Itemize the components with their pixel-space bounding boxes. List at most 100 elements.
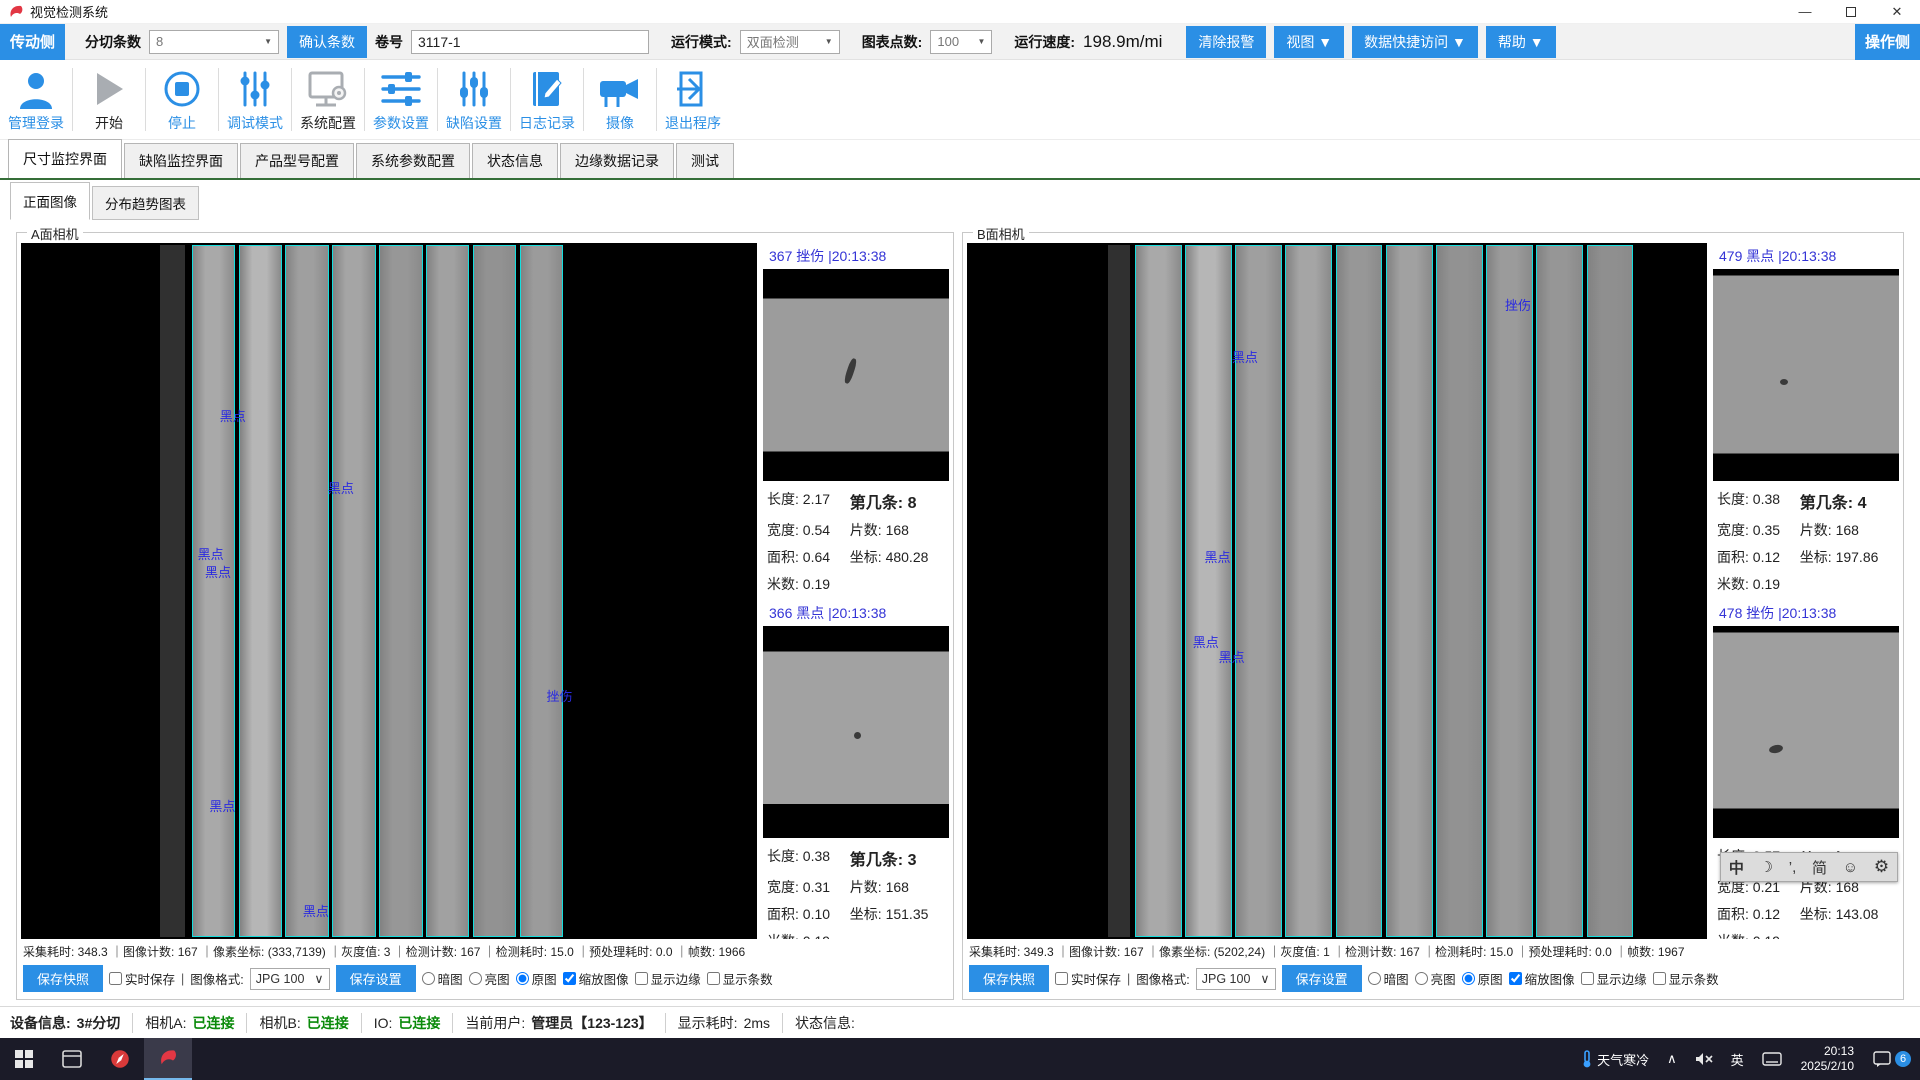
checkbox[interactable]	[1509, 972, 1522, 985]
save-settings-button[interactable]: 保存设置	[1282, 965, 1362, 992]
radio[interactable]	[469, 972, 482, 985]
notification-center-button[interactable]: 6	[1864, 1038, 1920, 1080]
help-menu-button[interactable]: 帮助 ▼	[1486, 26, 1556, 58]
tab-system-param-config[interactable]: 系统参数配置	[356, 143, 470, 178]
save-settings-button[interactable]: 保存设置	[336, 965, 416, 992]
admin-login-button[interactable]: 管理登录	[0, 60, 72, 139]
tab-product-model-config[interactable]: 产品型号配置	[240, 143, 354, 178]
tab-front-image[interactable]: 正面图像	[10, 182, 90, 220]
defect-thumbnail[interactable]	[763, 269, 949, 481]
save-snapshot-button[interactable]: 保存快照	[969, 965, 1049, 992]
ribbon-label: 系统配置	[300, 113, 356, 133]
tray-expand-button[interactable]: ∧	[1658, 1038, 1686, 1080]
tab-edge-data-record[interactable]: 边缘数据记录	[560, 143, 674, 178]
dark-image-radio[interactable]: 暗图	[422, 969, 463, 988]
punctuation-icon[interactable]: ’,	[1789, 859, 1797, 876]
checkbox[interactable]	[635, 972, 648, 985]
defect-card[interactable]: 478 挫伤 |20:13:38 长度: 0.57 第几条: 3 宽度: 0.2…	[1713, 600, 1899, 939]
original-image-radio[interactable]: 原图	[1462, 969, 1503, 988]
checkbox[interactable]	[1055, 972, 1068, 985]
defect-card[interactable]: 479 黑点 |20:13:38 长度: 0.38 第几条: 4 宽度: 0.3…	[1713, 243, 1899, 600]
parameter-settings-button[interactable]: 参数设置	[365, 60, 437, 139]
radio[interactable]	[516, 972, 529, 985]
radio[interactable]	[422, 972, 435, 985]
image-format-select[interactable]: JPG 100∨	[250, 968, 330, 990]
zoom-image-checkbox[interactable]: 缩放图像	[1509, 969, 1575, 988]
image-format-select[interactable]: JPG 100∨	[1196, 968, 1276, 990]
run-mode-select[interactable]: 双面检测 ▼	[740, 30, 840, 54]
radio[interactable]	[1415, 972, 1428, 985]
realtime-save-checkbox[interactable]: 实时保存	[1055, 969, 1121, 988]
debug-mode-button[interactable]: 调试模式	[219, 60, 291, 139]
start-button[interactable]: 开始	[73, 60, 145, 139]
weather-widget[interactable]: 天气寒冷	[1572, 1038, 1658, 1080]
exit-program-button[interactable]: 退出程序	[657, 60, 729, 139]
bright-image-radio[interactable]: 亮图	[469, 969, 510, 988]
defect-thumbnail[interactable]	[1713, 269, 1899, 481]
operator-side-button[interactable]: 操作侧	[1855, 24, 1920, 60]
tab-size-monitor[interactable]: 尺寸监控界面	[8, 139, 122, 178]
roll-number-input[interactable]	[411, 30, 649, 54]
camera-b-image[interactable]: 挫伤黑点黑点黑点黑点	[967, 243, 1707, 939]
dark-image-radio[interactable]: 暗图	[1368, 969, 1409, 988]
drive-side-button[interactable]: 传动侧	[0, 24, 65, 60]
tab-defect-monitor[interactable]: 缺陷监控界面	[124, 143, 238, 178]
moon-icon[interactable]: ☽	[1760, 858, 1773, 876]
checkbox[interactable]	[707, 972, 720, 985]
tab-status-info[interactable]: 状态信息	[472, 143, 558, 178]
defect-thumbnail[interactable]	[1713, 626, 1899, 838]
log-record-button[interactable]: 日志记录	[511, 60, 583, 139]
chart-points-select[interactable]: 100 ▼	[930, 30, 992, 54]
taskbar-clock[interactable]: 20:13 2025/2/10	[1791, 1044, 1864, 1074]
taskbar-app-browser[interactable]	[96, 1038, 144, 1080]
main-toolbar: 传动侧 分切条数 8 ▼ 确认条数 卷号 运行模式: 双面检测 ▼ 图表点数: …	[0, 24, 1920, 60]
capture-button[interactable]: 摄像	[584, 60, 656, 139]
data-quick-access-button[interactable]: 数据快捷访问 ▼	[1352, 26, 1478, 58]
radio[interactable]	[1368, 972, 1381, 985]
maximize-button[interactable]	[1828, 0, 1874, 23]
volume-muted-button[interactable]	[1686, 1038, 1722, 1080]
radio[interactable]	[1462, 972, 1475, 985]
taskbar-app-vision-system[interactable]	[144, 1038, 192, 1080]
minimize-button[interactable]: —	[1782, 0, 1828, 23]
defect-thumbnail[interactable]	[763, 626, 949, 838]
checkbox[interactable]	[109, 972, 122, 985]
defect-card[interactable]: 366 黑点 |20:13:38 长度: 0.38 第几条: 3 宽度: 0.3…	[763, 600, 949, 939]
start-menu-button[interactable]	[0, 1038, 48, 1080]
checkbox[interactable]	[1581, 972, 1594, 985]
tab-distribution-trend[interactable]: 分布趋势图表	[92, 186, 199, 220]
show-count-checkbox[interactable]: 显示条数	[1653, 969, 1719, 988]
input-language-button[interactable]: 英	[1722, 1038, 1753, 1080]
touch-keyboard-button[interactable]	[1753, 1038, 1791, 1080]
close-button[interactable]: ✕	[1874, 0, 1920, 23]
view-menu-button[interactable]: 视图 ▼	[1274, 26, 1344, 58]
tab-test[interactable]: 测试	[676, 143, 734, 178]
defect-settings-button[interactable]: 缺陷设置	[438, 60, 510, 139]
task-view-button[interactable]	[48, 1038, 96, 1080]
ime-toolbar[interactable]: 中 ☽ ’, 简 ☺ ⚙	[1720, 852, 1898, 882]
stop-button[interactable]: 停止	[146, 60, 218, 139]
slit-count-select[interactable]: 8 ▼	[149, 30, 279, 54]
checkbox[interactable]	[563, 972, 576, 985]
realtime-save-checkbox[interactable]: 实时保存	[109, 969, 175, 988]
ime-mode-chinese[interactable]: 中	[1729, 857, 1744, 878]
show-count-checkbox[interactable]: 显示条数	[707, 969, 773, 988]
original-image-radio[interactable]: 原图	[516, 969, 557, 988]
smiley-icon[interactable]: ☺	[1843, 859, 1858, 876]
confirm-count-button[interactable]: 确认条数	[287, 26, 367, 58]
show-edge-checkbox[interactable]: 显示边缘	[635, 969, 701, 988]
thermometer-icon	[1581, 1050, 1593, 1068]
ime-simplified[interactable]: 简	[1812, 857, 1827, 878]
gear-icon[interactable]: ⚙	[1874, 857, 1889, 877]
coord-value: 151.35	[886, 906, 929, 922]
show-edge-checkbox[interactable]: 显示边缘	[1581, 969, 1647, 988]
checkbox[interactable]	[1653, 972, 1666, 985]
system-config-button[interactable]: 系统配置	[292, 60, 364, 139]
defect-card[interactable]: 367 挫伤 |20:13:38 长度: 2.17 第几条: 8 宽度: 0.5…	[763, 243, 949, 600]
zoom-image-checkbox[interactable]: 缩放图像	[563, 969, 629, 988]
chevron-down-icon: ▼	[967, 37, 985, 46]
save-snapshot-button[interactable]: 保存快照	[23, 965, 103, 992]
bright-image-radio[interactable]: 亮图	[1415, 969, 1456, 988]
clear-alarm-button[interactable]: 清除报警	[1186, 26, 1266, 58]
camera-a-image[interactable]: 黑点黑点黑点黑点挫伤黑点黑点	[21, 243, 757, 939]
